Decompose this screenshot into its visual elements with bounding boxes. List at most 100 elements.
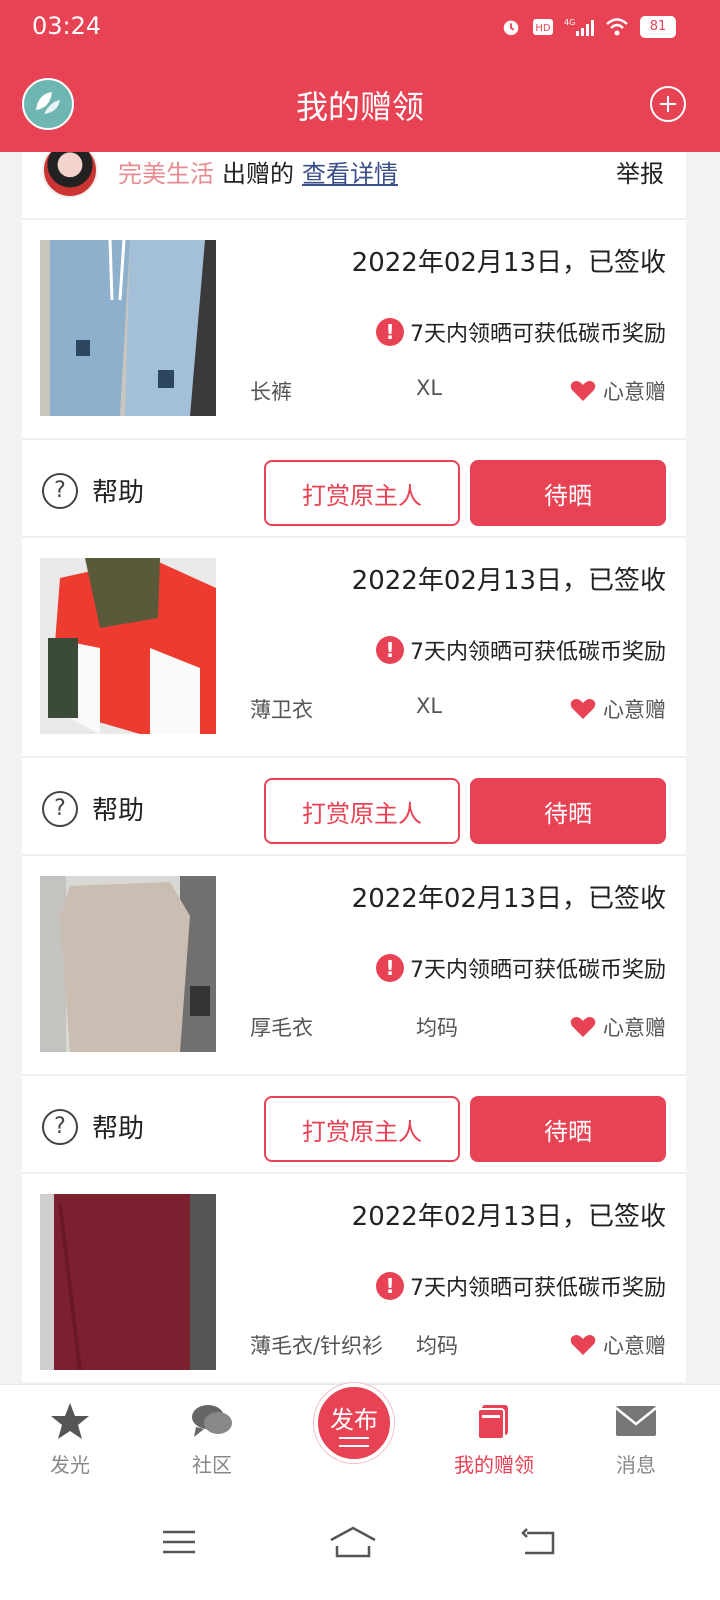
pending-show-button[interactable]: 待晒 <box>470 460 666 526</box>
item-name: 厚毛衣 <box>250 1016 313 1040</box>
type-label: 心意赠 <box>603 698 666 722</box>
item-type: 心意赠 <box>569 1012 666 1042</box>
item-name: 薄毛衣/针织衫 <box>250 1334 384 1358</box>
gift-item[interactable]: 2022年02月13日，已签收 ! 7天内领晒可获低碳币奖励 长裤 XL 心意赠 <box>22 220 686 440</box>
status-time: 03:24 <box>32 12 102 40</box>
action-row: ? 帮助 打赏原主人 待晒 <box>22 440 686 538</box>
item-date: 2022年02月13日，已签收 <box>351 248 666 278</box>
question-icon: ? <box>42 472 78 509</box>
alert-icon: ! <box>376 954 404 982</box>
item-image[interactable] <box>40 240 216 416</box>
gift-item[interactable]: 2022年02月13日，已签收 ! 7天内领晒可获低碳币奖励 薄卫衣 XL 心意… <box>22 538 686 758</box>
alert-icon: ! <box>376 636 404 664</box>
item-name: 长裤 <box>250 380 292 404</box>
giver-verb: 出赠的 <box>222 160 294 188</box>
item-image[interactable] <box>40 558 216 734</box>
gift-item[interactable]: 2022年02月13日，已签收 ! 7天内领晒可获低碳币奖励 薄毛衣/针织衫 均… <box>22 1174 686 1382</box>
help-label: 帮助 <box>92 1114 145 1144</box>
item-date: 2022年02月13日，已签收 <box>351 884 666 914</box>
svg-text:4G: 4G <box>564 18 575 27</box>
nav-item-messages[interactable]: 消息 <box>576 1399 696 1478</box>
report-button[interactable]: 举报 <box>616 154 664 189</box>
nav-label: 发光 <box>50 1453 90 1477</box>
type-label: 心意赠 <box>603 380 666 404</box>
reward-text: 7天内领晒可获低碳币奖励 <box>410 640 666 665</box>
add-button[interactable] <box>650 86 686 122</box>
gift-list[interactable]: 完美生活 出赠的 查看详情 举报 2022年02月13日，已签收 ! 7天内领晒可获… <box>22 152 686 1382</box>
giver-name[interactable]: 完美生活 <box>118 160 214 188</box>
svg-text:HD: HD <box>535 23 551 34</box>
nav-item-glow[interactable]: 发光 <box>10 1399 130 1478</box>
item-size: XL <box>416 694 443 718</box>
app-header: 03:24 HD 4G 81 我的赠领 <box>0 0 720 152</box>
action-row: ? 帮助 打赏原主人 待晒 <box>22 1076 686 1174</box>
item-reward: ! 7天内领晒可获低碳币奖励 <box>376 952 666 984</box>
heart-icon <box>570 381 596 401</box>
pending-show-button[interactable]: 待晒 <box>470 1096 666 1162</box>
question-icon: ? <box>42 1108 78 1145</box>
back-icon[interactable] <box>514 1522 564 1562</box>
giver-avatar[interactable] <box>42 152 98 198</box>
item-size: 均码 <box>416 1334 458 1358</box>
nav-label: 消息 <box>616 1453 656 1477</box>
help-label: 帮助 <box>92 796 145 826</box>
battery-icon: 81 <box>640 16 676 38</box>
status-bar: 03:24 HD 4G 81 <box>0 0 720 56</box>
item-size: 均码 <box>416 1016 458 1040</box>
mail-icon <box>576 1399 696 1443</box>
giver-row: 完美生活 出赠的 查看详情 举报 <box>22 152 686 220</box>
item-name: 薄卫衣 <box>250 698 313 722</box>
help-button[interactable]: ? 帮助 <box>42 790 144 827</box>
type-label: 心意赠 <box>603 1334 666 1358</box>
item-type: 心意赠 <box>569 1330 666 1360</box>
nav-item-community[interactable]: 社区 <box>152 1399 272 1478</box>
view-details-link[interactable]: 查看详情 <box>302 160 398 188</box>
item-size: XL <box>416 376 443 400</box>
question-icon: ? <box>42 790 78 827</box>
item-reward: ! 7天内领晒可获低碳币奖励 <box>376 316 666 348</box>
giver-info: 完美生活 出赠的 查看详情 <box>118 154 398 189</box>
item-reward: ! 7天内领晒可获低碳币奖励 <box>376 1270 666 1302</box>
type-label: 心意赠 <box>603 1016 666 1040</box>
gift-item[interactable]: 2022年02月13日，已签收 ! 7天内领晒可获低碳币奖励 厚毛衣 均码 心意… <box>22 856 686 1076</box>
wifi-icon <box>606 18 628 36</box>
nav-label: 社区 <box>192 1453 232 1477</box>
action-row: ? 帮助 打赏原主人 待晒 <box>22 758 686 856</box>
nav-item-my-gifts[interactable]: 我的赠领 <box>434 1399 554 1478</box>
item-image[interactable] <box>40 876 216 1052</box>
nav-label: 我的赠领 <box>454 1453 534 1477</box>
tip-owner-button[interactable]: 打赏原主人 <box>264 778 460 844</box>
menu-icon[interactable] <box>154 1522 204 1562</box>
item-date: 2022年02月13日，已签收 <box>351 1202 666 1232</box>
alarm-icon <box>503 20 519 36</box>
alert-icon: ! <box>376 318 404 346</box>
status-icons: HD 4G 81 <box>500 16 676 38</box>
signal-icon: 4G <box>564 18 594 36</box>
star-icon <box>10 1399 130 1443</box>
alert-icon: ! <box>376 1272 404 1300</box>
bottom-nav: 发光 社区 发布 我的赠领 消息 <box>0 1383 720 1492</box>
help-label: 帮助 <box>92 478 145 508</box>
help-button[interactable]: ? 帮助 <box>42 472 144 509</box>
page-title: 我的赠领 <box>295 88 424 126</box>
item-reward: ! 7天内领晒可获低碳币奖励 <box>376 634 666 666</box>
publish-icon <box>339 1436 369 1447</box>
reward-text: 7天内领晒可获低碳币奖励 <box>410 958 666 983</box>
item-date: 2022年02月13日，已签收 <box>351 566 666 596</box>
item-type: 心意赠 <box>569 694 666 724</box>
system-nav <box>0 1492 720 1600</box>
plus-icon <box>660 96 676 112</box>
item-type: 心意赠 <box>569 376 666 406</box>
pending-show-button[interactable]: 待晒 <box>470 778 666 844</box>
tip-owner-button[interactable]: 打赏原主人 <box>264 1096 460 1162</box>
publish-button[interactable]: 发布 <box>314 1383 394 1463</box>
app-bar: 我的赠领 <box>0 56 720 152</box>
heart-icon <box>570 1017 596 1037</box>
item-image[interactable] <box>40 1194 216 1370</box>
reward-text: 7天内领晒可获低碳币奖励 <box>410 1276 666 1301</box>
home-icon[interactable] <box>328 1522 378 1562</box>
help-button[interactable]: ? 帮助 <box>42 1108 144 1145</box>
gift-box-icon <box>434 1399 554 1443</box>
tip-owner-button[interactable]: 打赏原主人 <box>264 460 460 526</box>
hd-icon: HD <box>533 19 553 35</box>
